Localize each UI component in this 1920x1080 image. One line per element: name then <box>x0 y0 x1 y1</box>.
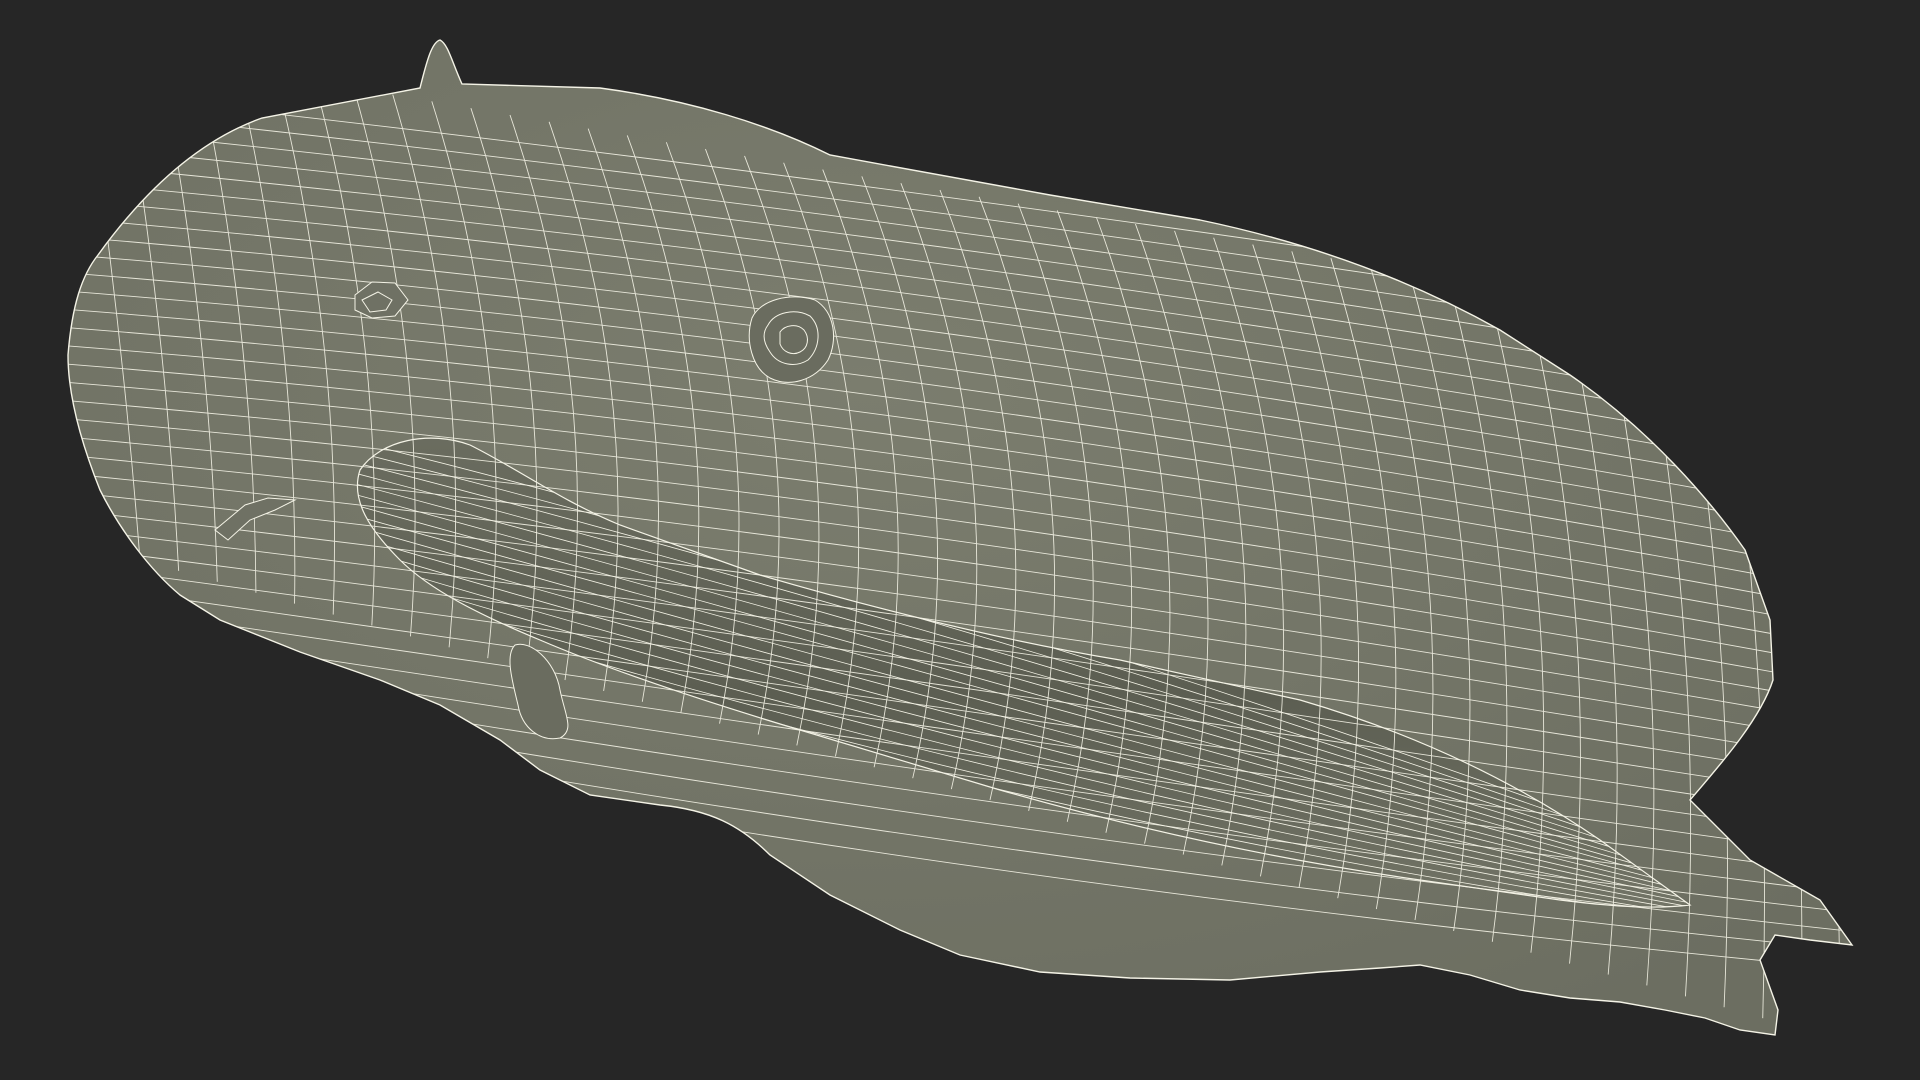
wireframe-render <box>67 39 1854 1036</box>
viewport-3d[interactable] <box>0 0 1920 1080</box>
